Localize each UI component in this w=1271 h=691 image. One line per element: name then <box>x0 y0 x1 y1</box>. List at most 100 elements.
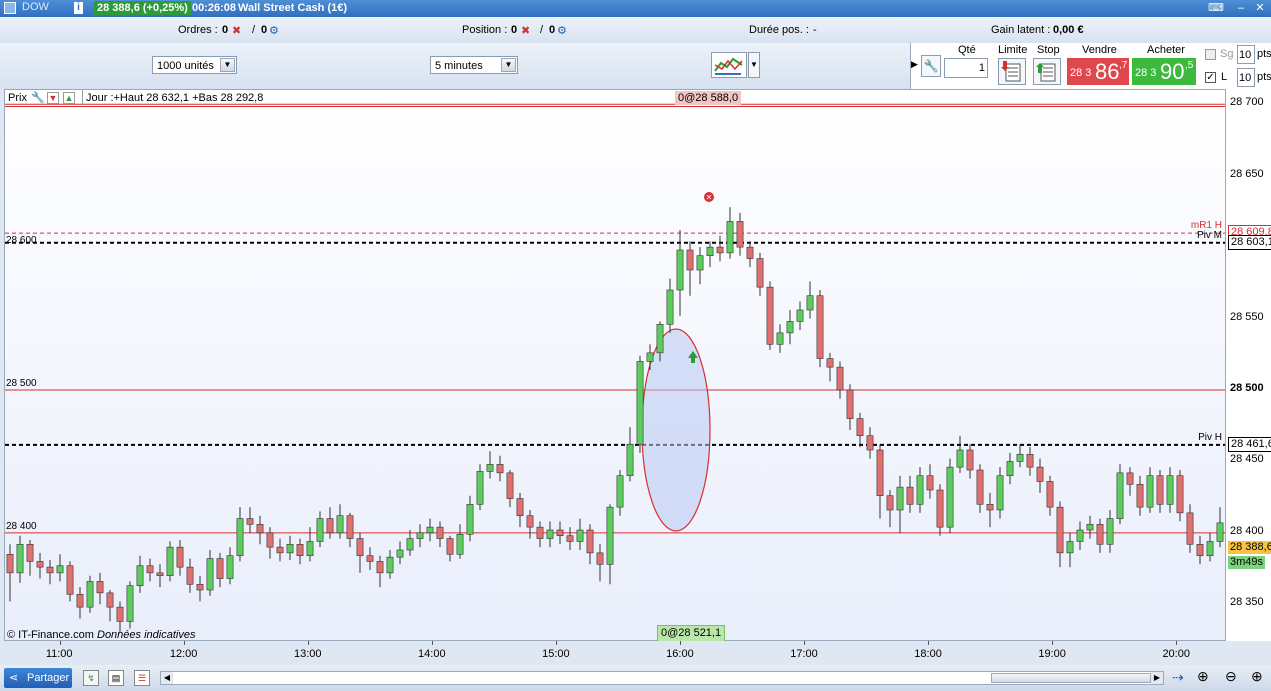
candle[interactable] <box>1216 507 1224 548</box>
candle[interactable] <box>306 527 314 562</box>
collapse-panel-icon[interactable]: ▶ <box>911 59 918 70</box>
sell-button[interactable]: 28 3 86 ,7 <box>1067 58 1129 85</box>
wrench-icon[interactable]: 🔧 <box>31 91 45 104</box>
candle[interactable] <box>186 558 194 593</box>
candle[interactable] <box>386 550 394 579</box>
price-chart[interactable]: ✕ Prix 🔧 ▼ ▲ Jour :+Haut 28 632,1 +Bas 2… <box>4 89 1226 642</box>
candle[interactable] <box>736 212 744 256</box>
zoom-in-icon[interactable]: ⊕ <box>1251 668 1263 685</box>
candle[interactable] <box>526 510 534 539</box>
candle[interactable] <box>496 455 504 482</box>
orders-list-icon[interactable]: ☰ <box>134 670 150 686</box>
candle[interactable] <box>936 484 944 536</box>
candle[interactable] <box>1096 518 1104 553</box>
candle[interactable] <box>136 555 144 593</box>
candle[interactable] <box>756 252 764 296</box>
candle[interactable] <box>976 464 984 513</box>
candle[interactable] <box>1206 532 1214 562</box>
add-indicator-icon[interactable]: ▲ <box>63 92 75 104</box>
candle[interactable] <box>1166 467 1174 513</box>
sell-order-marker-label[interactable]: 0@28 588,0 <box>675 91 742 105</box>
candle[interactable] <box>436 521 444 548</box>
candle[interactable] <box>506 470 514 508</box>
candle[interactable] <box>956 435 964 473</box>
candle[interactable] <box>1056 501 1064 568</box>
close-position-icon[interactable]: ✖ <box>521 24 530 37</box>
stop-order-button[interactable] <box>1033 58 1061 85</box>
candle[interactable] <box>546 521 554 548</box>
candle[interactable] <box>1106 510 1114 553</box>
candle[interactable] <box>966 444 974 479</box>
candle[interactable] <box>1016 444 1024 468</box>
candle[interactable] <box>26 540 34 576</box>
orders-settings-icon[interactable]: ⚙ <box>269 24 279 37</box>
table-icon[interactable]: ▤ <box>108 670 124 686</box>
candle[interactable] <box>346 512 354 548</box>
candle[interactable] <box>86 575 94 613</box>
candle[interactable] <box>576 518 584 550</box>
candle[interactable] <box>1116 464 1124 525</box>
candle[interactable] <box>696 247 704 285</box>
candle[interactable] <box>786 310 794 345</box>
candle[interactable] <box>476 464 484 510</box>
candlestick-plot[interactable]: ✕ <box>5 90 1225 640</box>
share-button[interactable]: ⋖ Partager <box>4 668 72 688</box>
wrench-icon[interactable]: 🔧 <box>921 55 941 77</box>
candle[interactable] <box>866 427 874 459</box>
candle[interactable] <box>166 541 174 582</box>
candle[interactable] <box>596 544 604 582</box>
candle[interactable] <box>1066 532 1074 568</box>
candle[interactable] <box>1026 447 1034 476</box>
horizontal-scrollbar[interactable]: ◀ ▶ <box>160 671 1164 685</box>
candle[interactable] <box>926 464 934 499</box>
candle[interactable] <box>446 535 454 562</box>
candle[interactable] <box>846 384 854 430</box>
candle[interactable] <box>226 547 234 585</box>
candle[interactable] <box>716 235 724 262</box>
candle[interactable] <box>856 412 864 448</box>
chart-window-icon[interactable] <box>4 2 16 14</box>
zoom-out-icon[interactable]: ⊖ <box>1225 668 1237 685</box>
candle[interactable] <box>906 475 914 513</box>
alert-icon[interactable]: ↯ <box>83 670 99 686</box>
candle[interactable] <box>286 535 294 560</box>
candle[interactable] <box>96 572 104 605</box>
scroll-right-icon[interactable]: ▶ <box>1151 672 1163 684</box>
candle[interactable] <box>746 241 754 268</box>
candle[interactable] <box>1136 475 1144 516</box>
candle[interactable] <box>196 575 204 602</box>
limit-order-button[interactable] <box>998 58 1026 85</box>
candle[interactable] <box>766 281 774 350</box>
candle[interactable] <box>336 504 344 539</box>
candle[interactable] <box>1196 535 1204 565</box>
candle[interactable] <box>256 515 264 545</box>
candle[interactable] <box>316 511 324 548</box>
zoom-fit-icon[interactable]: ⊕ <box>1197 668 1209 685</box>
candle[interactable] <box>466 495 474 542</box>
candle[interactable] <box>486 451 494 479</box>
candle[interactable] <box>826 352 834 382</box>
candle[interactable] <box>396 541 404 565</box>
candle[interactable] <box>1076 521 1084 550</box>
chevron-down-icon[interactable]: ▼ <box>220 58 235 72</box>
chart-style-button[interactable] <box>711 52 747 78</box>
info-icon[interactable]: i <box>74 2 83 14</box>
candle[interactable] <box>216 552 224 588</box>
candle[interactable] <box>626 427 634 482</box>
candle[interactable] <box>1146 467 1154 513</box>
candle[interactable] <box>206 550 214 596</box>
candle[interactable] <box>66 561 74 602</box>
candle[interactable] <box>536 521 544 548</box>
candle[interactable] <box>556 521 564 545</box>
candle[interactable] <box>296 538 304 565</box>
period-select[interactable]: 5 minutes ▼ <box>430 56 518 74</box>
quantity-input[interactable] <box>944 58 988 78</box>
candle[interactable] <box>816 290 824 368</box>
candle[interactable] <box>796 301 804 330</box>
candle[interactable] <box>566 527 574 550</box>
candle[interactable] <box>1186 504 1194 553</box>
candle[interactable] <box>356 532 364 573</box>
l-checkbox[interactable]: ✓ <box>1205 72 1216 83</box>
candle[interactable] <box>376 555 384 588</box>
candle[interactable] <box>276 538 284 562</box>
